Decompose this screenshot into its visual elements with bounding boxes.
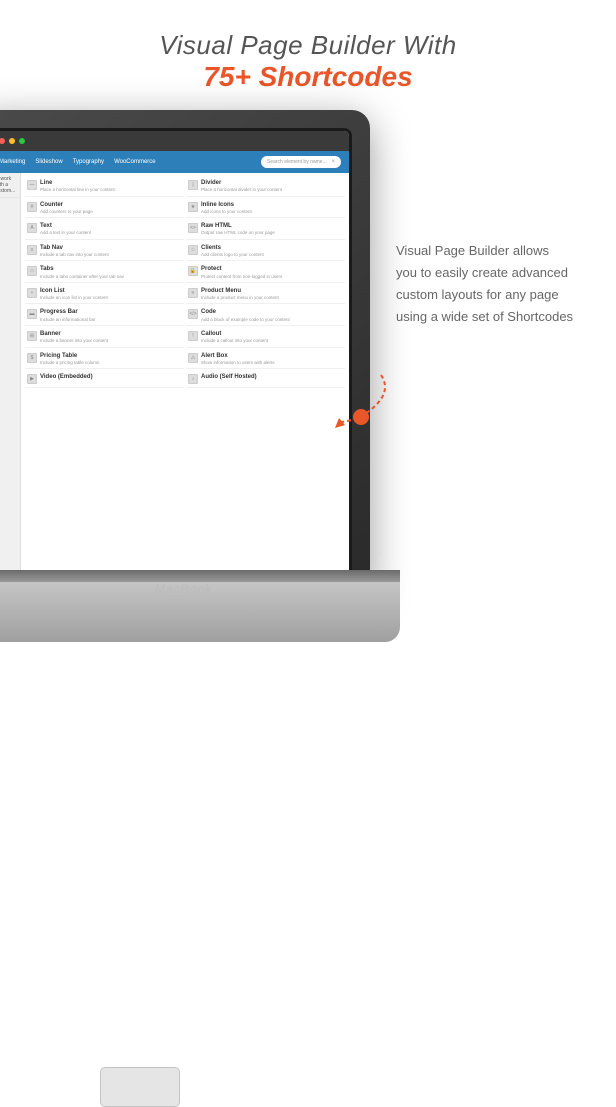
laptop-screen: Marketing Slideshow Typography WooCommer… [0,131,349,577]
nav-item-typography[interactable]: Typography [73,159,104,165]
laptop-body: Marketing Slideshow Typography WooCommer… [0,110,370,590]
laptop-touchpad [100,1067,180,1107]
shortcode-banner[interactable]: ⊞ Banner Include a banner into your cont… [25,328,184,348]
callout-icon: ! [188,331,198,341]
shortcode-divider[interactable]: | Divider Place a horizontal divider in … [186,177,345,197]
code-icon: </> [188,309,198,319]
shortcode-inline-icons[interactable]: ★ Inline Icons Add icons to your content [186,199,345,219]
protect-icon: 🔒 [188,266,198,276]
screen-content: to work with a custom... — Line Place a … [0,173,349,577]
search-box[interactable]: Search element by name... × [261,156,341,168]
alert-box-icon: ⚠ [188,353,198,363]
laptop-hinge [0,570,400,582]
line-icon: — [27,180,37,190]
shortcode-pricing-table[interactable]: $ Pricing Table Include a pricing table … [25,350,184,370]
shortcode-protect[interactable]: 🔒 Protect Protect content from non-logge… [186,263,345,283]
shortcode-alert-box[interactable]: ⚠ Alert Box Show information to users wi… [186,350,345,370]
progress-bar-icon: ▬ [27,309,37,319]
shortcode-grid: — Line Place a horizontal line in your c… [21,173,349,577]
search-clear-icon[interactable]: × [331,159,335,165]
laptop-screen-border: Marketing Slideshow Typography WooCommer… [0,128,352,580]
nav-item-slideshow[interactable]: Slideshow [35,159,62,165]
shortcode-icon-list[interactable]: • Icon List Include an icon list in your… [25,285,184,305]
nav-item-woocommerce[interactable]: WooCommerce [114,159,156,165]
header-section: Visual Page Builder With 75+ Shortcodes [0,0,616,113]
shortcode-callout[interactable]: ! Callout Include a callout into your co… [186,328,345,348]
side-text-line2: you to easily create advanced [396,265,568,280]
clients-icon: ☆ [188,245,198,255]
dot-yellow [9,138,15,144]
tab-nav-icon: ≡ [27,245,37,255]
shortcode-tabs[interactable]: □ Tabs Include a tabs container after yo… [25,263,184,283]
search-placeholder: Search element by name... [267,159,331,165]
shortcode-tab-nav[interactable]: ≡ Tab Nav Include a tab nav into your co… [25,242,184,262]
nav-item-marketing[interactable]: Marketing [0,159,25,165]
shortcode-counter[interactable]: # Counter Add counters to your page [25,199,184,219]
text-icon: A [27,223,37,233]
shortcode-video[interactable]: ▶ Video (Embedded) [25,371,184,388]
side-text-line1: Visual Page Builder allows [396,243,549,258]
tabs-icon: □ [27,266,37,276]
divider-icon: | [188,180,198,190]
shortcode-line[interactable]: — Line Place a horizontal line in your c… [25,177,184,197]
audio-icon: ♪ [188,374,198,384]
side-text: Visual Page Builder allows you to easily… [396,240,596,328]
screen-sidebar: to work with a custom... [0,173,21,577]
product-menu-icon: ≡ [188,288,198,298]
counter-icon: # [27,202,37,212]
dot-red [0,138,5,144]
laptop-brand-label: MacBook [155,582,212,596]
inline-icons-icon: ★ [188,202,198,212]
shortcode-product-menu[interactable]: ≡ Product Menu Include a product menu in… [186,285,345,305]
screen-toolbar [0,131,349,151]
side-text-line3: custom layouts for any page [396,287,559,302]
icon-list-icon: • [27,288,37,298]
shortcode-progress-bar[interactable]: ▬ Progress Bar Include an informational … [25,306,184,326]
shortcode-text[interactable]: A Text Add a text in your content [25,220,184,240]
shortcode-clients[interactable]: ☆ Clients Add clients logo to your conte… [186,242,345,262]
pricing-table-icon: $ [27,353,37,363]
arrow-dot [353,409,369,425]
arrow-container [321,370,401,430]
raw-html-icon: <> [188,223,198,233]
banner-icon: ⊞ [27,331,37,341]
dot-green [19,138,25,144]
video-icon: ▶ [27,374,37,384]
header-subtitle: 75+ Shortcodes [0,61,616,93]
sidebar-item: to work with a custom... [0,173,20,198]
header-title: Visual Page Builder With [0,30,616,61]
shortcode-code[interactable]: </> Code Add a block of example code to … [186,306,345,326]
side-text-line4: using a wide set of Shortcodes [396,309,573,324]
shortcode-raw-html[interactable]: <> Raw HTML Output raw HTML code on your… [186,220,345,240]
screen-nav: Marketing Slideshow Typography WooCommer… [0,151,349,173]
